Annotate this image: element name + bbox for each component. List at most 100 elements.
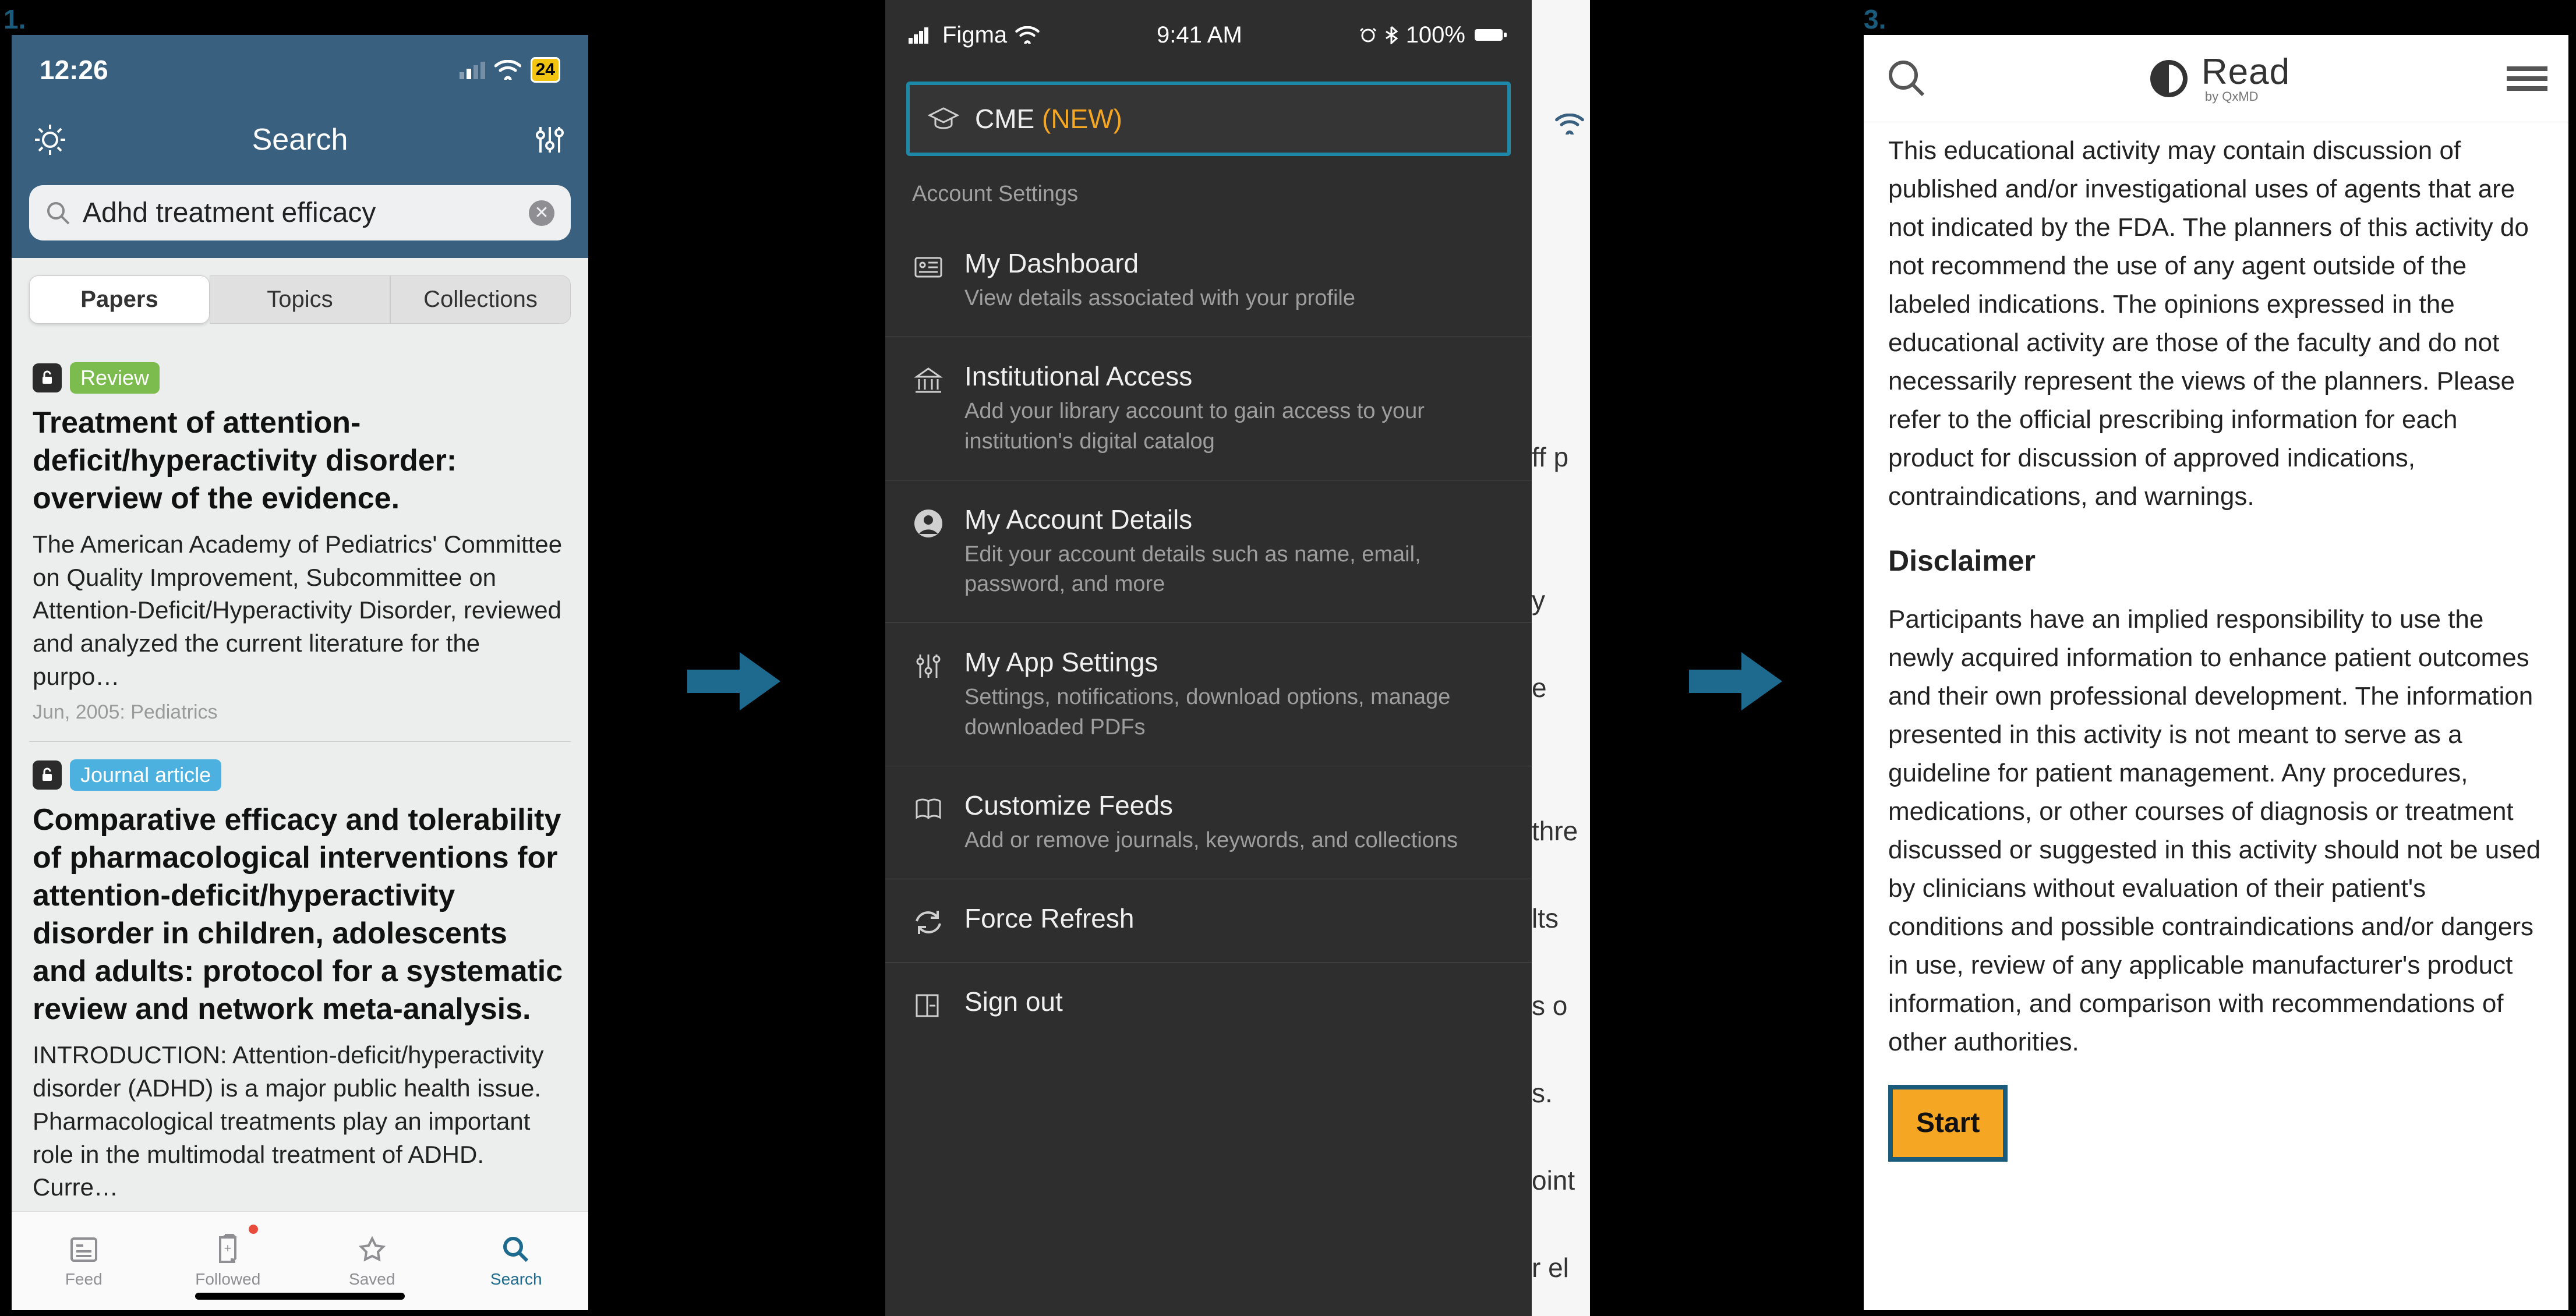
read-logo-icon (2146, 55, 2192, 102)
result-tabs: Papers Topics Collections (12, 258, 588, 337)
menu-item-institutional[interactable]: Institutional AccessAdd your library acc… (885, 337, 1532, 480)
notification-dot-icon (249, 1225, 258, 1234)
book-icon (912, 793, 945, 826)
status-time: 9:41 AM (1157, 22, 1242, 48)
result-meta: Jun, 2005: Pediatrics (33, 701, 567, 724)
disclaimer-para-1: This educational activity may contain di… (1888, 132, 2544, 516)
step-label-1: 1. (3, 3, 26, 35)
menu-title: Customize Feeds (964, 790, 1458, 821)
section-heading: Account Settings (885, 174, 1532, 224)
institution-icon (912, 364, 945, 397)
svg-text:+: + (224, 1241, 232, 1255)
refresh-icon (912, 906, 945, 939)
menu-subtitle: View details associated with your profil… (964, 284, 1355, 313)
menu-item-account[interactable]: My Account Details Edit your account deta… (885, 480, 1532, 624)
phone-1-search: 12:26 24 Search ✕ Papers Top (12, 35, 588, 1310)
arrow-icon (681, 641, 786, 722)
bg-text: thre (1532, 787, 1590, 875)
search-input[interactable] (83, 197, 517, 229)
menu-subtitle: Edit your account details such as name, … (964, 540, 1505, 600)
battery-label: 100% (1406, 22, 1465, 48)
bg-text: e (1532, 644, 1590, 731)
app-header: Read by QxMD (1864, 35, 2568, 122)
search-bar[interactable]: ✕ (29, 185, 571, 240)
menu-item-cme[interactable]: CME (NEW) (906, 82, 1511, 156)
result-card[interactable]: Review Treatment of attention-deficit/hy… (29, 345, 571, 742)
account-icon (912, 507, 945, 540)
result-snippet: The American Academy of Pediatrics' Comm… (33, 528, 567, 693)
status-bar: Figma 9:41 AM 100% (885, 0, 1532, 70)
nav-label: Followed (195, 1270, 260, 1289)
bg-text: s o (1532, 962, 1590, 1049)
result-title: Comparative efficacy and tolerability of… (33, 801, 567, 1028)
status-bar: 12:26 24 (12, 35, 588, 105)
disclaimer-para-2: Participants have an implied responsibil… (1888, 600, 2544, 1062)
arrow-icon (1683, 641, 1788, 722)
brand-name: Read (2202, 54, 2290, 90)
signout-icon (912, 989, 945, 1022)
sliders-icon[interactable] (532, 122, 567, 157)
alarm-icon (1359, 26, 1377, 44)
nav-label: Saved (349, 1270, 395, 1289)
nav-search[interactable]: Search (444, 1212, 589, 1310)
disclaimer-heading: Disclaimer (1888, 539, 2544, 583)
menu-item-force-refresh[interactable]: Force Refresh (885, 879, 1532, 963)
bg-text: lts (1532, 875, 1590, 962)
battery-icon (1473, 27, 1508, 43)
signal-icon (460, 61, 485, 79)
brand-logo: Read by QxMD (2146, 54, 2290, 103)
search-header: Search (12, 105, 588, 175)
menu-title: My Dashboard (964, 247, 1355, 279)
phone-3-disclaimer: Read by QxMD This educational activity m… (1864, 35, 2568, 1310)
menu-subtitle: Add or remove journals, keywords, and co… (964, 826, 1458, 855)
bg-text: y (1532, 557, 1590, 644)
cme-label: CME (975, 104, 1034, 134)
search-icon[interactable] (1885, 56, 1929, 101)
battery-icon: 24 (531, 57, 560, 83)
menu-title: My App Settings (964, 646, 1505, 678)
phone-2-menu: ff p y e thre lts s o s. oint r el ctin … (885, 0, 1590, 1316)
cme-new-badge: (NEW) (1042, 104, 1122, 134)
bg-text: s. (1532, 1049, 1590, 1137)
menu-title: Force Refresh (964, 903, 1134, 934)
step-label-3: 3. (1864, 3, 1886, 35)
menu-item-sign-out[interactable]: Sign out (885, 963, 1532, 1045)
lock-icon (33, 363, 62, 392)
clear-icon[interactable]: ✕ (529, 200, 554, 226)
bluetooth-icon (1385, 26, 1398, 44)
badge-journal-article: Journal article (70, 759, 221, 791)
bottom-nav: Feed + Followed Saved Search (12, 1211, 588, 1310)
result-title: Treatment of attention-deficit/hyperacti… (33, 404, 567, 518)
lock-icon (33, 760, 62, 790)
menu-item-customize-feeds[interactable]: Customize Feeds Add or remove journals, k… (885, 766, 1532, 879)
bg-text: r el (1532, 1224, 1590, 1311)
bg-text: oint (1532, 1137, 1590, 1224)
tab-topics[interactable]: Topics (210, 275, 390, 324)
results-list: Review Treatment of attention-deficit/hy… (12, 337, 588, 1238)
signal-icon (909, 26, 934, 44)
tab-collections[interactable]: Collections (390, 275, 571, 324)
carrier-label: Figma (942, 22, 1007, 48)
menu-item-app-settings[interactable]: My App Settings Settings, notifications, … (885, 623, 1532, 766)
nav-feed[interactable]: Feed (12, 1212, 156, 1310)
nav-label: Feed (65, 1270, 103, 1289)
start-button[interactable]: Start (1888, 1085, 2008, 1162)
tab-papers[interactable]: Papers (29, 275, 210, 324)
menu-subtitle: Settings, notifications, download option… (964, 682, 1505, 742)
gear-icon[interactable] (33, 122, 68, 157)
hamburger-icon[interactable] (2507, 61, 2547, 96)
result-snippet: INTRODUCTION: Attention-deficit/hyperact… (33, 1039, 567, 1204)
result-card[interactable]: Journal article Comparative efficacy and… (29, 742, 571, 1229)
wifi-icon (1015, 26, 1040, 44)
nav-label: Search (490, 1270, 542, 1289)
badge-review: Review (70, 362, 160, 394)
settings-icon (912, 650, 945, 682)
page-title: Search (68, 122, 532, 157)
menu-subtitle: Add your library account to gain access … (964, 397, 1505, 457)
menu-item-dashboard[interactable]: My Dashboard View details associated with… (885, 224, 1532, 337)
home-indicator (195, 1293, 405, 1300)
bg-text: ff p (1532, 413, 1590, 501)
menu-title: My Account Details (964, 504, 1505, 535)
background-content: ff p y e thre lts s o s. oint r el ctin (1532, 0, 1590, 1316)
wifi-icon (494, 60, 521, 80)
